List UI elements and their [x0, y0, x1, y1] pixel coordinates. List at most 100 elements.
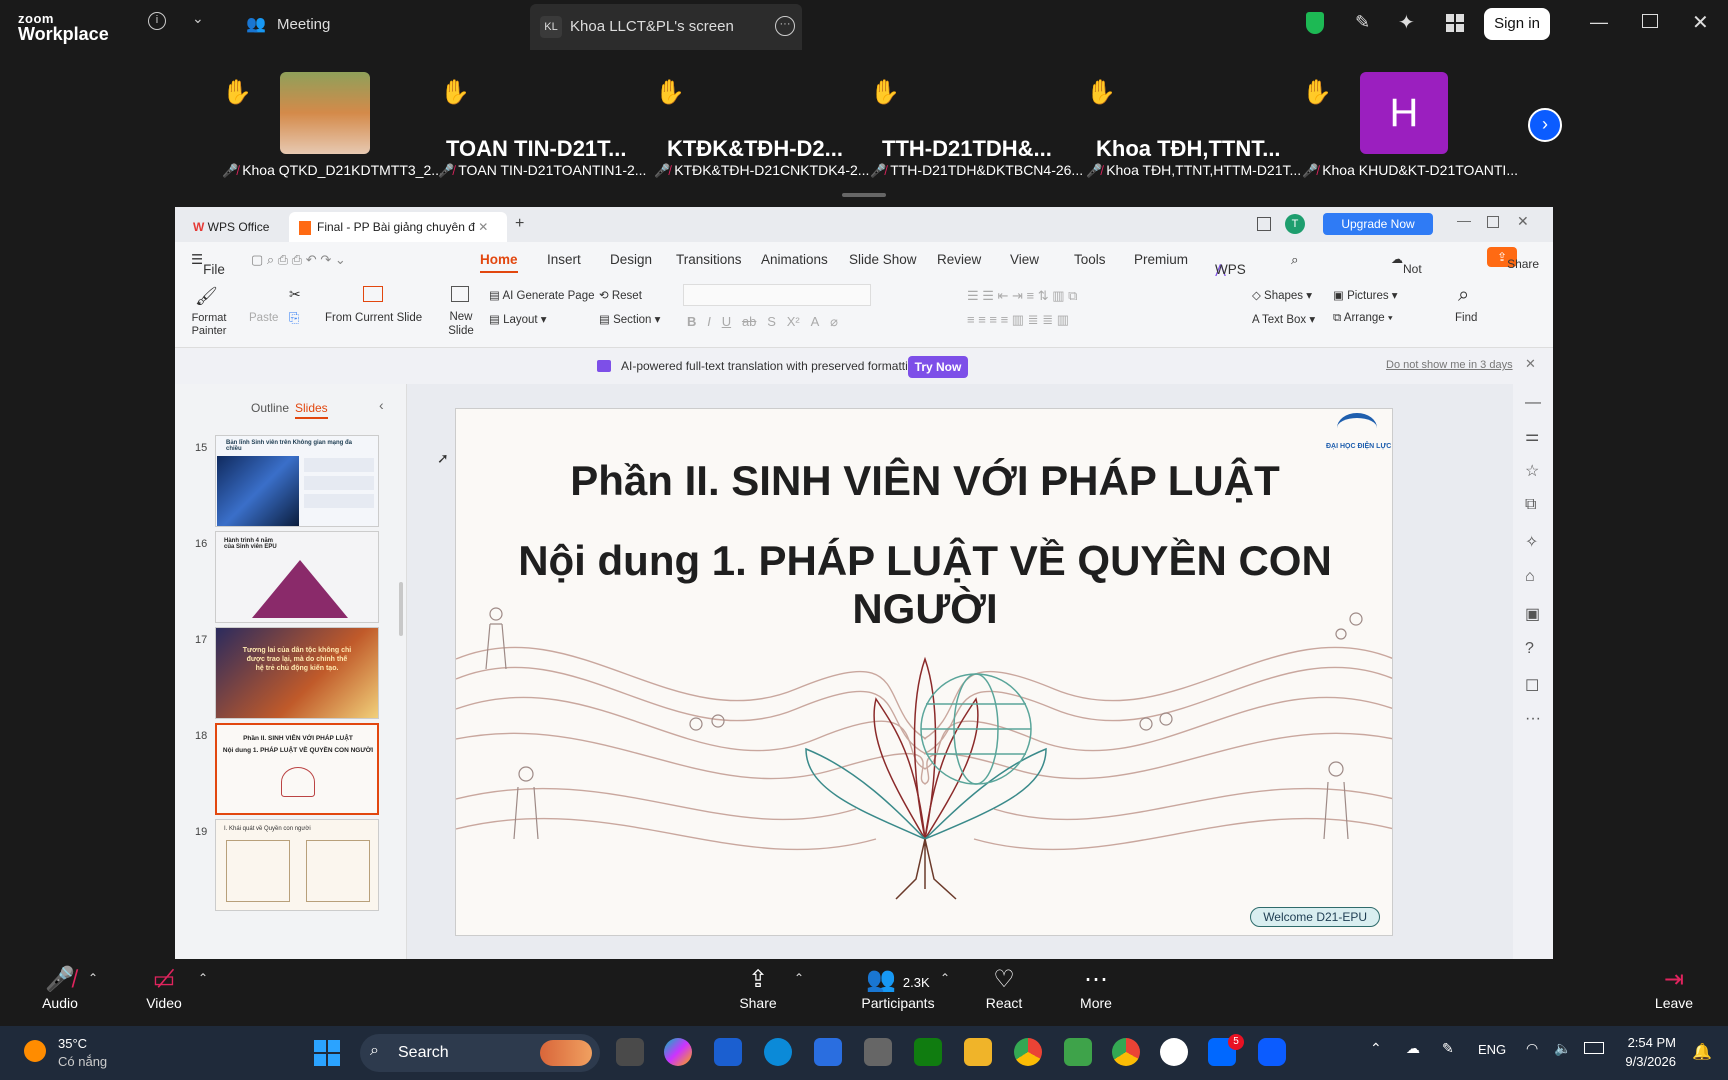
outline-tab[interactable]: Outline	[251, 401, 289, 415]
user-avatar[interactable]: T	[1285, 214, 1305, 234]
menu-premium[interactable]: Premium	[1134, 252, 1188, 267]
menu-review[interactable]: Review	[937, 252, 981, 267]
security-shield-icon[interactable]	[1306, 12, 1324, 34]
comment-icon[interactable]: ☐	[1525, 676, 1539, 696]
menu-view[interactable]: View	[1010, 252, 1039, 267]
battery-icon[interactable]	[1584, 1042, 1604, 1054]
pin-icon[interactable]: ⌂	[1525, 568, 1535, 586]
menu-slide-show[interactable]: Slide Show	[849, 252, 917, 267]
collapse-tools-icon[interactable]: —	[1525, 394, 1541, 412]
menu-insert[interactable]: Insert	[547, 252, 581, 267]
wps-minimize-icon[interactable]: —	[1457, 212, 1471, 228]
slide-thumbnail[interactable]: Tương lai của dân tộc không chỉ được tra…	[215, 627, 379, 719]
participant-tile[interactable]: ✋ KTĐK&TĐH-D2...	[655, 78, 865, 168]
slides-tab[interactable]: Slides	[295, 401, 328, 419]
ai-companion-icon[interactable]: ✦	[1398, 10, 1415, 35]
try-now-button[interactable]: Try Now	[908, 356, 968, 378]
menu-animations[interactable]: Animations	[761, 252, 828, 267]
slide-thumbnail-selected[interactable]: Phần II. SINH VIÊN VỚI PHÁP LUẬT Nội dun…	[215, 723, 379, 815]
participant-tile[interactable]: ✋ Khoa TĐH,TTNT...	[1086, 78, 1296, 168]
start-button[interactable]	[314, 1040, 340, 1066]
audio-options-caret-icon[interactable]: ⌃	[88, 971, 98, 985]
paste-button[interactable]: Paste	[249, 312, 278, 324]
slide-thumbnail[interactable]: Hành trình 4 năm của Sinh viên EPU	[215, 531, 379, 623]
more-options-icon[interactable]: ···	[775, 16, 795, 36]
ai-generate-page-button[interactable]: ▤ AI Generate Page	[489, 288, 595, 302]
menu-transitions[interactable]: Transitions	[676, 252, 742, 267]
store-icon[interactable]	[714, 1038, 742, 1066]
slide-thumbnail[interactable]: I. Khái quát về Quyền con người	[215, 819, 379, 911]
video-options-caret-icon[interactable]: ⌃	[198, 971, 208, 985]
current-slide[interactable]: Phần II. SINH VIÊN VỚI PHÁP LUẬT Nội dun…	[455, 408, 1393, 936]
document-tab[interactable]: Final - PP Bài giảng chuyên đ ✕	[289, 212, 507, 242]
menu-search-icon[interactable]: ⌕	[1291, 252, 1299, 268]
collapse-panel-icon[interactable]: ‹	[379, 397, 384, 413]
clock-time[interactable]: 2:54 PM	[1616, 1035, 1676, 1050]
new-slide-button[interactable]: New Slide	[444, 310, 478, 338]
quick-access-icons[interactable]: ▢ ⌕ ⎙ ⎙ ↶ ↷ ⌄	[251, 252, 346, 268]
wifi-icon[interactable]: ◠	[1526, 1040, 1538, 1057]
participants-button[interactable]: 👥 2.3K Participants	[848, 965, 948, 1011]
participants-caret-icon[interactable]: ⌃	[940, 971, 950, 985]
participant-tile[interactable]: ✋	[222, 72, 432, 168]
image-tool-icon[interactable]: ▣	[1525, 604, 1540, 624]
not-uploaded-status[interactable]: ☁ Not uploaded	[1391, 252, 1452, 290]
info-icon[interactable]: i	[148, 12, 166, 30]
strip-resize-handle[interactable]	[842, 193, 886, 197]
menu-design[interactable]: Design	[610, 252, 652, 267]
copy-layer-icon[interactable]: ⧉	[1525, 496, 1536, 514]
participant-tile[interactable]: ✋ TOAN TIN-D21T...	[440, 78, 650, 168]
panel-scrollbar[interactable]	[399, 582, 403, 636]
from-current-slide-button[interactable]: From Current Slide	[325, 312, 422, 324]
menu-file[interactable]: ☰ File	[191, 252, 225, 277]
more-button[interactable]: ⋯ More	[1074, 965, 1118, 1011]
slide-thumbnail[interactable]: Bản lĩnh Sinh viên trên Không gian mạng …	[215, 435, 379, 527]
react-button[interactable]: ♡ React	[982, 965, 1026, 1011]
dont-show-link[interactable]: Do not show me in 3 days	[1386, 359, 1513, 371]
maximize-icon[interactable]	[1642, 14, 1658, 28]
arrange-button[interactable]: ⧉ Arrange ▾	[1333, 312, 1393, 325]
copy-icon[interactable]: ⎘	[289, 310, 299, 326]
menu-home[interactable]: Home	[480, 252, 518, 273]
copilot-icon[interactable]	[664, 1038, 692, 1066]
alignment-icons[interactable]: ≡ ≡ ≡ ≡ ▥ ≣ ≣ ▥	[967, 312, 1069, 328]
app-icon[interactable]	[1160, 1038, 1188, 1066]
weather-condition[interactable]: Có nắng	[58, 1054, 107, 1069]
cloud-icon[interactable]: ☁	[1406, 1040, 1420, 1057]
leave-button[interactable]: ⇥ Leave	[1652, 965, 1696, 1011]
next-page-arrow-icon[interactable]: ›	[1528, 108, 1562, 142]
wps-restore-icon[interactable]	[1487, 216, 1499, 228]
close-banner-icon[interactable]: ✕	[1525, 356, 1536, 372]
chrome-icon[interactable]	[1014, 1038, 1042, 1066]
app-icon[interactable]	[864, 1038, 892, 1066]
section-button[interactable]: ▤ Section ▾	[599, 312, 660, 326]
video-button[interactable]: ▭̸ Video	[142, 965, 186, 1011]
menu-tools[interactable]: Tools	[1074, 252, 1106, 267]
share-options-caret-icon[interactable]: ⌃	[794, 971, 804, 985]
close-icon[interactable]: ✕	[1692, 10, 1709, 35]
app-icon[interactable]	[1064, 1038, 1092, 1066]
xbox-icon[interactable]	[914, 1038, 942, 1066]
shared-screen-tab[interactable]: KL Khoa LLCT&PL's screen ···	[530, 4, 802, 50]
star-icon[interactable]: ☆	[1525, 461, 1539, 481]
participant-tile[interactable]: ✋ TTH-D21TDH&...	[870, 78, 1080, 168]
chrome-icon[interactable]	[1112, 1038, 1140, 1066]
meeting-label[interactable]: Meeting	[277, 16, 330, 33]
file-explorer-icon[interactable]	[964, 1038, 992, 1066]
slide-title-line1[interactable]: Phần II. SINH VIÊN VỚI PHÁP LUẬT	[456, 457, 1392, 505]
text-box-button[interactable]: A Text Box ▾	[1252, 312, 1315, 326]
whiteboard-icon[interactable]: ✎	[1355, 12, 1370, 33]
share-screen-button[interactable]: ⇪ Share	[736, 965, 780, 1011]
sign-in-button[interactable]: Sign in	[1484, 8, 1550, 40]
upgrade-button[interactable]: Upgrade Now	[1323, 213, 1433, 235]
new-tab-icon[interactable]: +	[515, 215, 524, 233]
pictures-button[interactable]: ▣ Pictures ▾	[1333, 288, 1398, 302]
animation-icon[interactable]: ✧	[1525, 532, 1538, 552]
text-format-icons[interactable]: B I U ab S X² A ⌀	[687, 314, 838, 330]
apps-grid-icon[interactable]	[1446, 14, 1464, 32]
weather-sun-icon[interactable]	[24, 1040, 46, 1062]
reset-button[interactable]: ⟲ Reset	[599, 288, 642, 302]
language-indicator[interactable]: ENG	[1478, 1042, 1506, 1057]
zoom-icon[interactable]	[1258, 1038, 1286, 1066]
shapes-button[interactable]: ◇ Shapes ▾	[1252, 288, 1312, 302]
